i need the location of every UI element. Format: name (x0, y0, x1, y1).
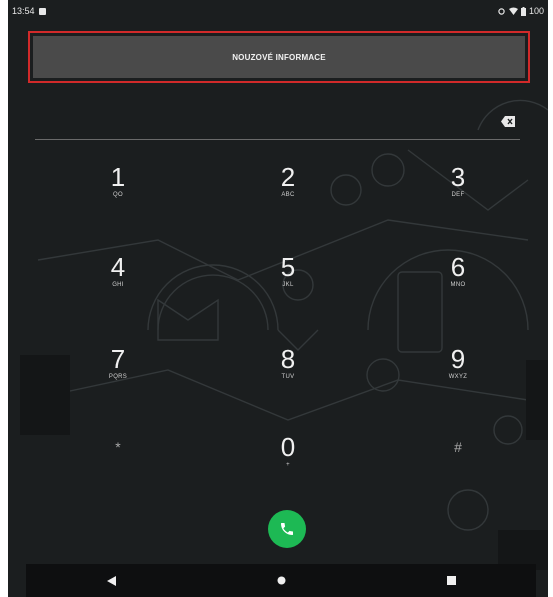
dialed-number-field[interactable] (35, 110, 515, 136)
dial-key[interactable]: 3 DEF (398, 163, 518, 233)
dial-key[interactable]: * (58, 433, 178, 503)
emergency-info-label: NOUZOVÉ INFORMACE (232, 52, 326, 62)
dial-key[interactable]: 7 PQRS (58, 345, 178, 415)
battery-percent: 100 (528, 6, 544, 16)
location-icon (498, 7, 505, 15)
dial-key-digit: 2 (280, 162, 296, 192)
recents-button[interactable] (436, 571, 466, 591)
dial-key[interactable]: 4 GHI (58, 253, 178, 323)
call-button[interactable] (268, 510, 306, 548)
dial-key-digit: 1 (110, 162, 126, 192)
dial-key-letters: GHI (112, 282, 124, 288)
dial-key[interactable]: 6 MNO (398, 253, 518, 323)
backspace-icon[interactable] (501, 116, 515, 127)
navigation-bar (26, 564, 536, 597)
dial-key[interactable]: 8 TUV (228, 345, 348, 415)
dial-key-letters: WXYZ (448, 374, 468, 380)
dial-key-digit: 6 (450, 252, 466, 282)
emergency-info-button[interactable]: NOUZOVÉ INFORMACE (33, 36, 525, 78)
dial-key[interactable]: 9 WXYZ (398, 345, 518, 415)
dial-key-digit: * (115, 439, 121, 455)
dial-key-letters: QO (113, 192, 123, 198)
dial-key-letters: PQRS (108, 374, 128, 380)
dial-key[interactable]: 2 ABC (228, 163, 348, 233)
dial-key-digit: 4 (110, 252, 126, 282)
back-button[interactable] (96, 571, 126, 591)
dial-key-letters: ABC (281, 192, 295, 198)
dial-key[interactable]: # (398, 433, 518, 503)
dial-key-letters: TUV (281, 374, 295, 380)
lock-screen-dialer: 13:54 100 NOUZOVÉ INFORMACE 1 QO 2 ABC 3 DEF 4… (8, 0, 548, 597)
wifi-icon (508, 7, 518, 15)
dial-key-letters: DEF (451, 192, 465, 198)
dial-key-letters: + (286, 462, 290, 468)
back-icon (106, 575, 116, 586)
battery-icon (520, 6, 526, 16)
number-divider (35, 139, 520, 140)
recents-icon (446, 576, 456, 585)
dial-key[interactable]: 0 + (228, 433, 348, 503)
status-bar: 13:54 100 (8, 0, 548, 22)
emergency-info-highlight: NOUZOVÉ INFORMACE (28, 31, 530, 83)
dial-key-digit: # (454, 439, 462, 455)
phone-icon (281, 523, 293, 535)
notification-icon (38, 7, 46, 15)
dial-key-digit: 8 (280, 344, 296, 374)
dial-key-digit: 0 (280, 432, 296, 462)
dial-key-digit: 9 (450, 344, 466, 374)
home-icon (277, 576, 285, 585)
dial-key-digit: 5 (280, 252, 296, 282)
clock: 13:54 (12, 6, 35, 16)
dial-key[interactable]: 1 QO (58, 163, 178, 233)
dial-key-letters: JKL (282, 282, 294, 288)
dial-key[interactable]: 5 JKL (228, 253, 348, 323)
dial-key-digit: 7 (110, 344, 126, 374)
home-button[interactable] (266, 571, 296, 591)
dial-key-digit: 3 (450, 162, 466, 192)
dial-key-letters: MNO (450, 282, 466, 288)
